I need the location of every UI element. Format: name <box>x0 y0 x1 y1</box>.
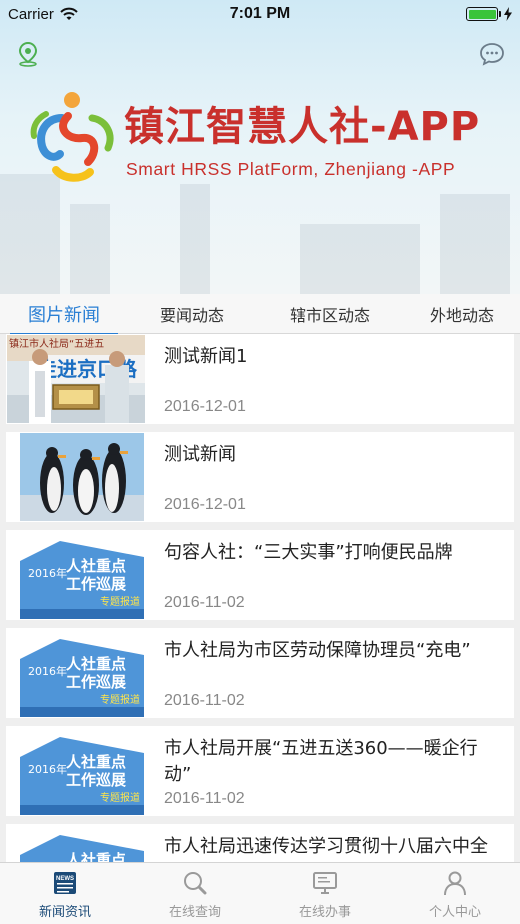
svg-text:NEWS: NEWS <box>56 876 74 882</box>
news-title: 市人社局为市区劳动保障协理员“充电” <box>164 640 471 661</box>
tabbar-news[interactable]: NEWS 新闻资讯 <box>0 863 130 924</box>
message-button[interactable] <box>478 40 506 68</box>
app-logo <box>30 92 114 182</box>
battery-icon <box>466 7 501 21</box>
news-date: 2016-12-01 <box>164 496 246 513</box>
thumb-banner-line1: 人社重点 <box>66 851 126 862</box>
thumb-ceremony-top: 镇江市人社局“五进五 <box>9 337 104 350</box>
news-title: 市人社局迅速传达学习贯彻十八届六中全会精神 <box>164 836 488 857</box>
news-date: 2016-11-02 <box>164 594 245 611</box>
news-title: 测试新闻 <box>164 444 236 465</box>
banner-skyline <box>180 184 210 294</box>
tab-district-news[interactable]: 辖市区动态 <box>256 294 404 334</box>
thumb-banner-line1: 人社重点 <box>66 655 126 673</box>
thumb-banner-tag: 专题报道 <box>100 595 140 608</box>
banner-skyline <box>70 204 110 294</box>
news-title: 测试新闻1 <box>164 346 248 367</box>
carrier-label: Carrier <box>8 5 54 23</box>
news-item[interactable]: 2016年 人社重点 工作巡展 专题报道 句容人社：“三大实事”打响便民品牌 2… <box>6 530 514 620</box>
news-thumbnail: 2016年 人社重点 工作巡展 专题报道 <box>20 629 144 717</box>
news-item[interactable]: 镇江市人社局“五进五 走进京口路 测试新闻1 2016-12-01 <box>6 334 514 424</box>
thumb-banner-year: 2016年 <box>28 762 67 776</box>
newspaper-icon: NEWS <box>51 869 79 897</box>
news-thumbnail: 镇江市人社局“五进五 走进京口路 <box>7 335 145 423</box>
thumb-banner-tag: 专题报道 <box>100 791 140 804</box>
inspection-banner: 2016年 人社重点 工作巡展 专题报道 <box>20 531 144 619</box>
news-thumbnail: 2016年 人社重点 工作巡展 专题报道 <box>20 727 144 815</box>
app-title: 镇江智慧人社-APP <box>124 104 481 150</box>
news-date: 2016-12-01 <box>164 398 246 415</box>
monitor-icon <box>311 869 339 897</box>
inspection-banner: 2016年 人社重点 工作巡展 专题报道 <box>20 629 144 717</box>
news-item[interactable]: 测试新闻 2016-12-01 <box>6 432 514 522</box>
news-item[interactable]: 人社重点 市人社局迅速传达学习贯彻十八届六中全会精神 <box>6 824 514 862</box>
thumb-banner-line2: 工作巡展 <box>66 673 126 691</box>
tabbar-label: 在线查询 <box>168 905 221 920</box>
location-button[interactable] <box>14 40 42 68</box>
news-title: 市人社局开展“五进五送360——暖企行动” <box>164 738 478 785</box>
person-icon <box>441 869 469 897</box>
app-subtitle: Smart HRSS PlatForm, Zhenjiang -APP <box>126 159 456 179</box>
banner-skyline <box>0 174 60 294</box>
tab-picture-news[interactable]: 图片新闻 <box>0 294 128 335</box>
tab-external-news[interactable]: 外地动态 <box>404 294 520 334</box>
thumb-banner-year: 2016年 <box>28 566 67 580</box>
news-list: 镇江市人社局“五进五 走进京口路 测试新闻1 2016-12-01 测试新闻 2… <box>0 334 520 862</box>
chat-bubble-icon <box>480 43 504 66</box>
tabbar-profile[interactable]: 个人中心 <box>390 863 520 924</box>
location-pin-icon <box>18 41 38 67</box>
category-tabs: 图片新闻 要闻动态 辖市区动态 外地动态 <box>0 294 520 335</box>
news-thumbnail: 人社重点 <box>20 825 144 862</box>
news-title: 句容人社：“三大实事”打响便民品牌 <box>164 542 453 563</box>
search-icon <box>181 869 209 897</box>
thumb-banner-line1: 人社重点 <box>66 753 126 771</box>
tabbar-label: 新闻资讯 <box>38 905 91 920</box>
tabbar-services[interactable]: 在线办事 <box>260 863 390 924</box>
banner-skyline <box>300 224 420 294</box>
thumb-banner-line2: 工作巡展 <box>66 575 126 593</box>
news-date: 2016-11-02 <box>164 692 245 709</box>
battery-level <box>468 9 496 19</box>
status-bar: Carrier 7:01 PM <box>0 0 520 28</box>
news-thumbnail: 2016年 人社重点 工作巡展 专题报道 <box>20 531 144 619</box>
tabbar-label: 个人中心 <box>428 905 481 920</box>
status-time: 7:01 PM <box>229 5 291 22</box>
inspection-banner: 2016年 人社重点 工作巡展 专题报道 <box>20 727 144 815</box>
tab-headline-news[interactable]: 要闻动态 <box>128 294 256 334</box>
news-date: 2016-11-02 <box>164 790 245 807</box>
header-banner: 镇江智慧人社-APP Smart HRSS PlatForm, Zhenjian… <box>0 0 520 294</box>
news-item[interactable]: 2016年 人社重点 工作巡展 专题报道 市人社局为市区劳动保障协理员“充电” … <box>6 628 514 718</box>
ceremony-photo: 镇江市人社局“五进五 走进京口路 <box>7 335 145 423</box>
banner-skyline <box>440 194 510 294</box>
thumb-banner-year: 2016年 <box>28 664 67 678</box>
wifi-icon <box>60 7 78 20</box>
penguins-photo <box>20 433 144 521</box>
news-thumbnail <box>20 433 144 521</box>
charging-bolt-icon <box>504 7 512 21</box>
inspection-banner: 人社重点 <box>20 825 144 862</box>
thumb-banner-line2: 工作巡展 <box>66 771 126 789</box>
bottom-tab-bar: NEWS 新闻资讯 在线查询 在线办事 个人中心 <box>0 862 520 924</box>
thumb-banner-line1: 人社重点 <box>66 557 126 575</box>
news-item[interactable]: 2016年 人社重点 工作巡展 专题报道 市人社局开展“五进五送360——暖企行… <box>6 726 514 816</box>
thumb-banner-tag: 专题报道 <box>100 693 140 706</box>
tabbar-label: 在线办事 <box>298 905 351 920</box>
tabbar-search[interactable]: 在线查询 <box>130 863 260 924</box>
